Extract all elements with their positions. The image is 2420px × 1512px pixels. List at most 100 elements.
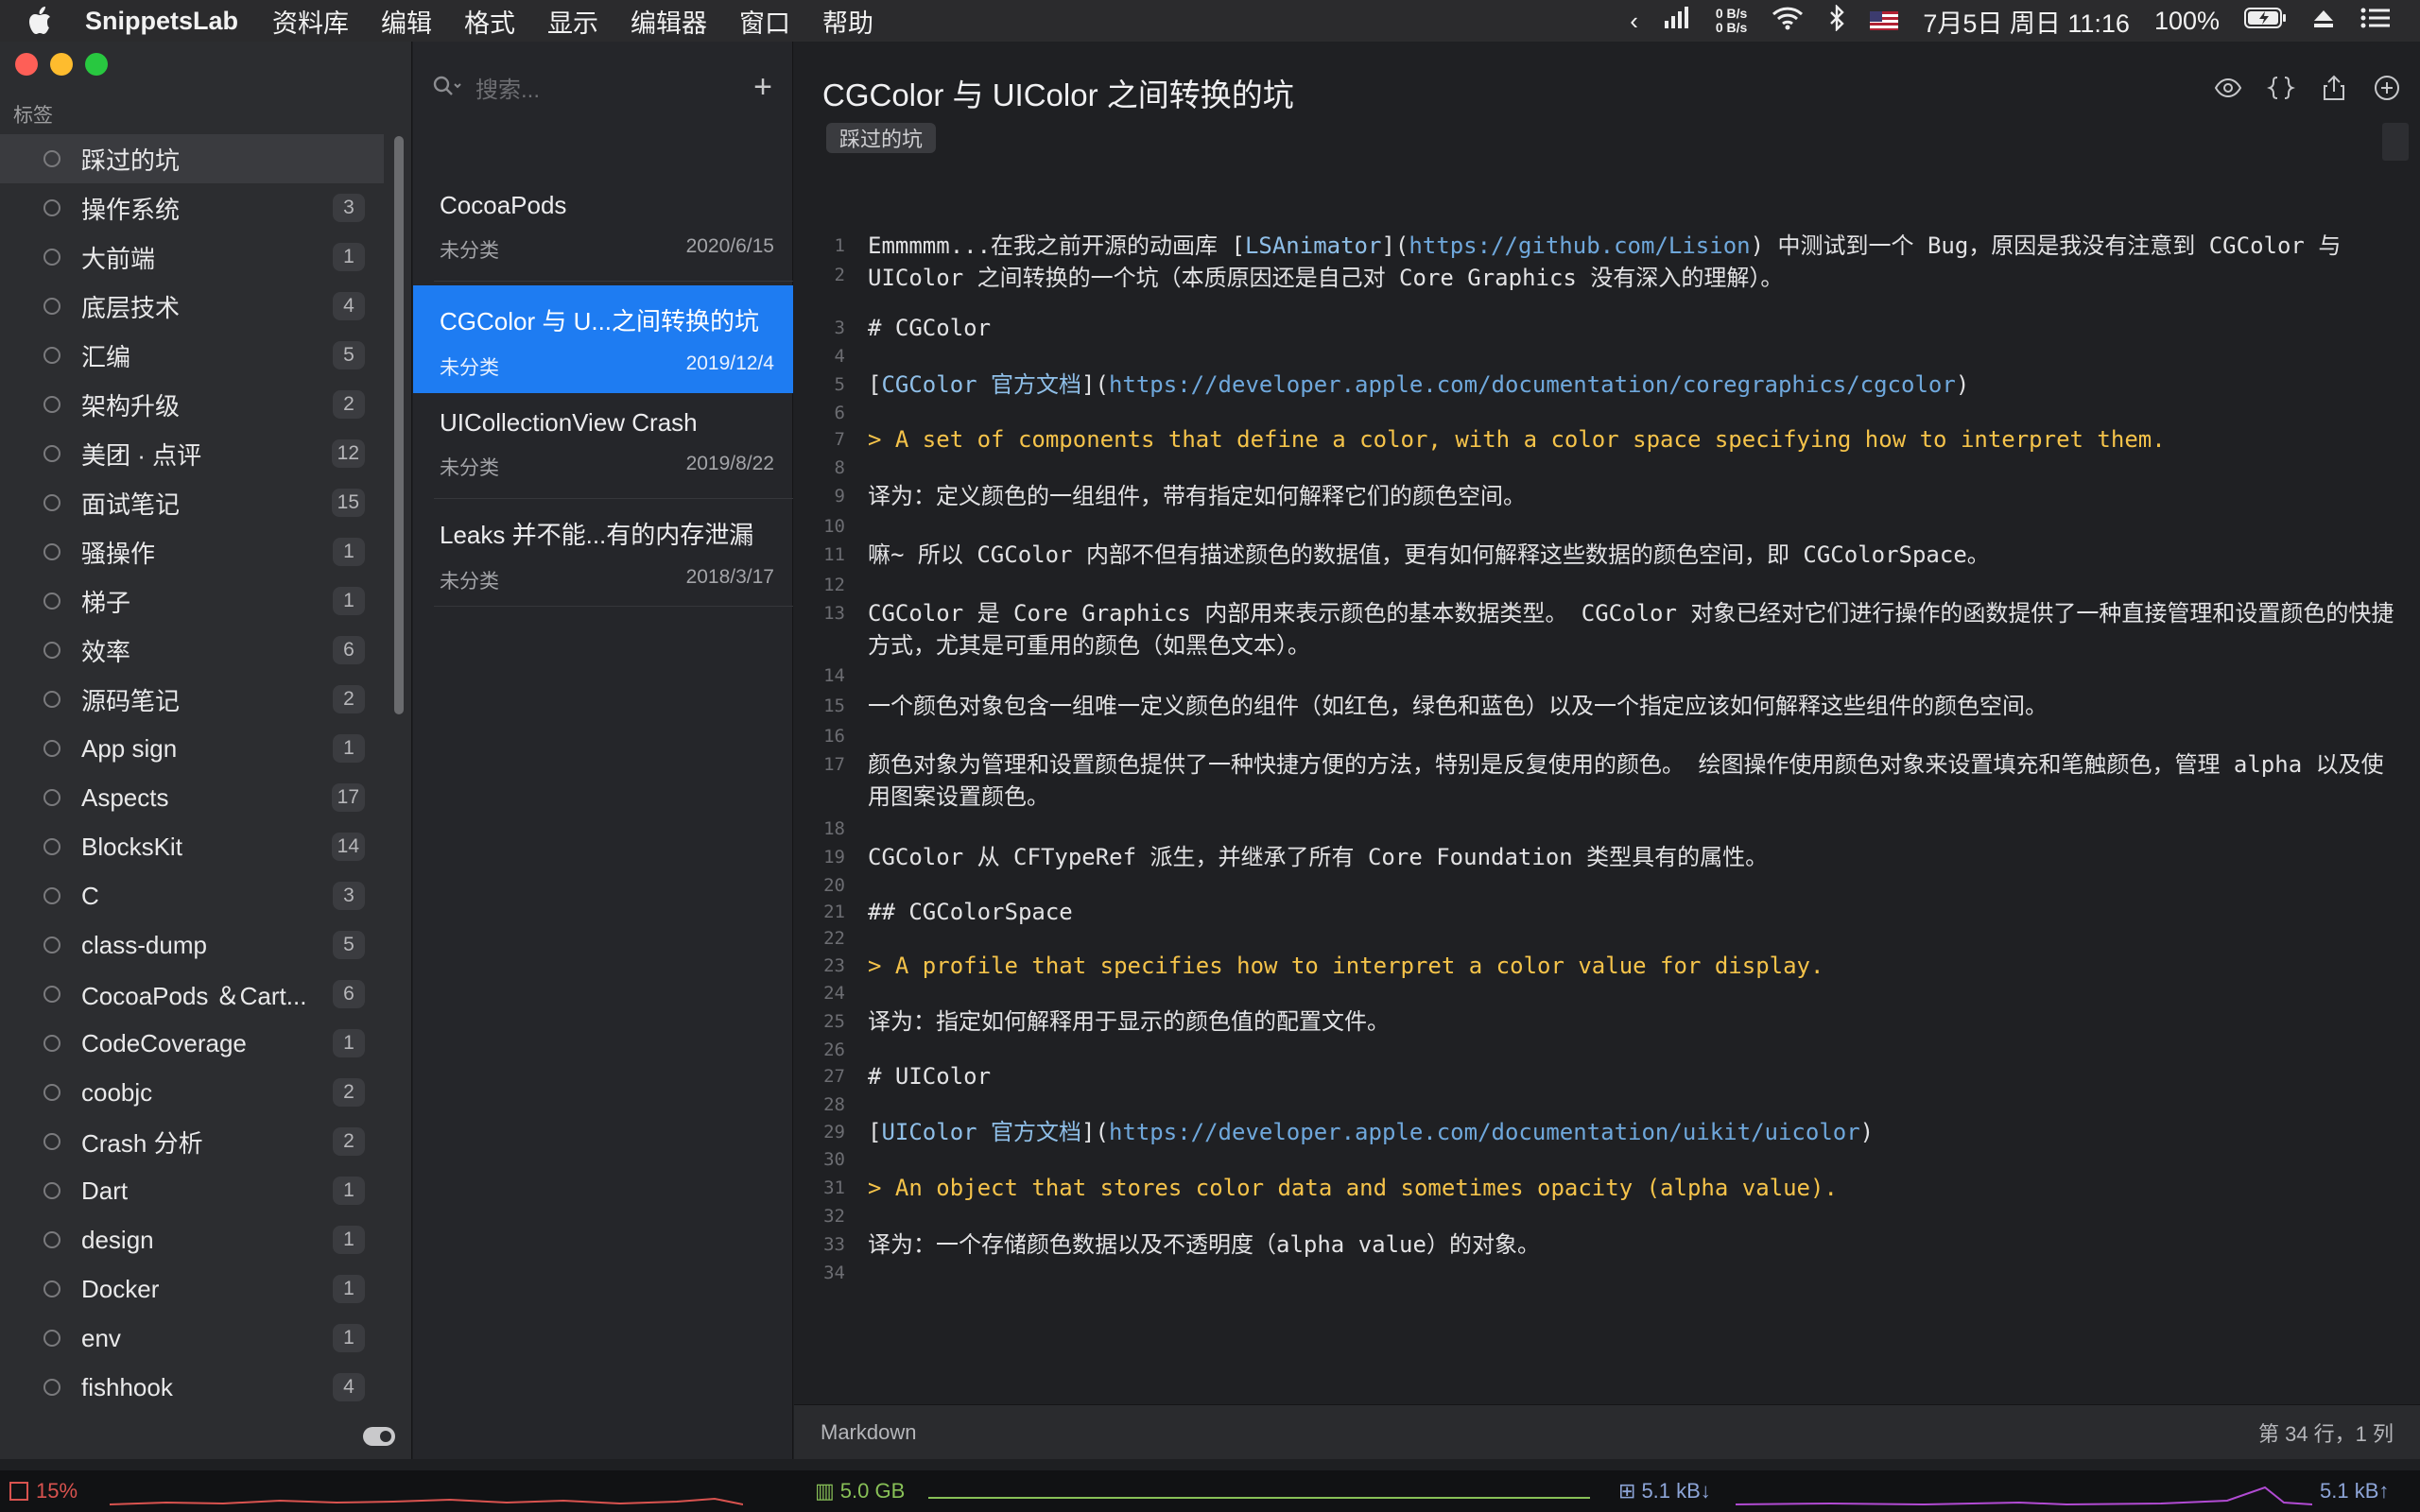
tag-count-badge: 1	[333, 243, 365, 271]
tag-item[interactable]: 源码笔记 2	[0, 675, 384, 724]
tag-item[interactable]: 面试笔记 15	[0, 478, 384, 527]
battery-percent[interactable]: 100%	[2154, 7, 2220, 36]
sidebar-scrollbar[interactable]	[394, 136, 404, 714]
tag-item[interactable]: App sign 1	[0, 724, 384, 773]
tag-item[interactable]: Docker 1	[0, 1264, 384, 1314]
sidebar-toggle[interactable]	[363, 1427, 395, 1446]
tag-item[interactable]: 操作系统 3	[0, 183, 384, 232]
bracket: ](	[1081, 1119, 1109, 1145]
link-text[interactable]: CGColor 官方文档	[881, 371, 1081, 398]
code-line-9: 译为：定义颜色的一组组件，带有指定如何解释它们的颜色空间。	[868, 483, 1526, 509]
list-menu-icon[interactable]	[2360, 7, 2392, 36]
menu-view[interactable]: 显示	[547, 3, 598, 40]
snippet-tag-chip[interactable]: 踩过的坑	[826, 123, 937, 153]
code-line-13: CGColor 是 Core Graphics 内部用来表示颜色的基本数据类型。…	[868, 600, 2394, 659]
tag-item[interactable]: CodeCoverage 1	[0, 1019, 384, 1068]
line-number: 17	[823, 754, 845, 775]
add-snippet-button[interactable]: +	[753, 71, 772, 103]
tag-item[interactable]: Crash 分析 2	[0, 1117, 384, 1166]
link-url[interactable]: https://developer.apple.com/documentatio…	[1109, 1119, 1860, 1145]
tag-count-badge: 14	[331, 833, 365, 861]
clock[interactable]: 7月5日 周日 11:16	[1923, 3, 2130, 40]
tag-count-badge: 15	[331, 489, 365, 517]
tag-item[interactable]: 大前端 1	[0, 232, 384, 282]
wifi-icon[interactable]	[1772, 6, 1804, 37]
network-monitor-up[interactable]: 5.1 kB↑	[2320, 1470, 2389, 1512]
cpu-monitor[interactable]: 15%	[9, 1470, 78, 1512]
snippet-item-date: 2019/12/4	[685, 352, 774, 374]
tag-item[interactable]: BlocksKit 14	[0, 822, 384, 871]
menu-editor[interactable]: 编辑器	[631, 3, 707, 40]
tag-item[interactable]: class-dump 5	[0, 920, 384, 970]
tag-item[interactable]: fishhook 4	[0, 1363, 384, 1412]
tag-item[interactable]: 架构升级 2	[0, 380, 384, 429]
tag-radio-icon	[43, 593, 60, 610]
cpu-graph	[110, 1497, 743, 1505]
search-field[interactable]: 搜索... +	[432, 68, 772, 106]
tag-label: 梯子	[81, 588, 131, 617]
app-menu[interactable]: SnippetsLab	[85, 7, 238, 36]
minimize-window-button[interactable]	[50, 53, 73, 76]
snippet-list-item[interactable]: Leaks 并不能...有的内存泄漏 未分类 2018/3/17	[434, 499, 793, 607]
apple-menu-icon[interactable]	[13, 7, 66, 35]
cpu-icon	[9, 1482, 28, 1501]
snippet-item-title: CGColor 与 U...之间转换的坑	[440, 307, 760, 335]
input-source-flag-icon[interactable]	[1870, 11, 1899, 30]
tag-item[interactable]: Aspects 17	[0, 773, 384, 822]
tag-item[interactable]: 美团 · 点评 12	[0, 429, 384, 478]
tag-item[interactable]: design 1	[0, 1215, 384, 1264]
language-selector[interactable]: Markdown	[821, 1420, 916, 1445]
menu-window[interactable]: 窗口	[739, 3, 790, 40]
code-braces-icon[interactable]	[2266, 74, 2296, 107]
tag-item[interactable]: 踩过的坑	[0, 134, 384, 183]
tag-item[interactable]: 梯子 1	[0, 576, 384, 626]
line-number: 14	[823, 665, 845, 686]
tag-radio-icon	[43, 199, 60, 216]
tag-item[interactable]: C3	[0, 871, 384, 920]
tag-item[interactable]: 骚操作 1	[0, 527, 384, 576]
network-monitor-down[interactable]: ⊞ 5.1 kB↓	[1618, 1470, 1711, 1512]
tag-item[interactable]: 效率 6	[0, 626, 384, 675]
line-number: 8	[834, 457, 845, 478]
line-number: 11	[823, 544, 845, 565]
preview-eye-icon[interactable]	[2214, 74, 2242, 107]
menu-edit[interactable]: 编辑	[381, 3, 432, 40]
chevron-left-icon[interactable]: ‹	[1630, 7, 1638, 36]
snippet-item-date: 2020/6/15	[685, 235, 774, 257]
menu-help[interactable]: 帮助	[822, 3, 873, 40]
tag-item[interactable]: coobjc 2	[0, 1068, 384, 1117]
snippet-list-item[interactable]: CGColor 与 U...之间转换的坑 未分类 2019/12/4	[413, 285, 793, 393]
snippet-title[interactable]: CGColor 与 UIColor 之间转换的坑	[822, 70, 1294, 115]
code-line-15: 一个颜色对象包含一组唯一定义颜色的组件（如红色，绿色和蓝色）以及一个指定应该如何…	[868, 693, 2048, 719]
tag-item[interactable]: 底层技术 4	[0, 282, 384, 331]
menu-library[interactable]: 资料库	[272, 3, 349, 40]
zoom-window-button[interactable]	[85, 53, 108, 76]
line-number: 9	[834, 486, 845, 507]
memory-monitor[interactable]: ▥ 5.0 GB	[815, 1470, 905, 1512]
share-icon[interactable]	[2320, 74, 2348, 107]
tag-item[interactable]: env 1	[0, 1314, 384, 1363]
add-fragment-icon[interactable]	[2373, 74, 2401, 107]
bluetooth-icon[interactable]	[1828, 3, 1845, 38]
editor-minimap[interactable]	[2382, 123, 2409, 161]
tag-label: 骚操作	[81, 539, 156, 568]
battery-icon[interactable]	[2244, 7, 2288, 36]
text: Emmmmm...在我之前开源的动画库 [	[868, 232, 1245, 259]
network-speed[interactable]: 0 B/s 0 B/s	[1716, 7, 1747, 35]
link-text[interactable]: UIColor 官方文档	[881, 1119, 1081, 1145]
close-window-button[interactable]	[15, 53, 38, 76]
tag-item[interactable]: CocoaPods ＆Cart... 6	[0, 970, 384, 1019]
tag-radio-icon	[43, 1280, 60, 1297]
snippet-item-title: UICollectionView Crash	[440, 408, 698, 437]
link-text[interactable]: LSAnimator	[1245, 232, 1382, 259]
eject-icon[interactable]	[2312, 7, 2335, 36]
snippet-list-item[interactable]: UICollectionView Crash 未分类 2019/8/22	[434, 391, 793, 499]
link-url[interactable]: https://developer.apple.com/documentatio…	[1109, 371, 1956, 398]
tag-item[interactable]: 汇编 5	[0, 331, 384, 380]
tag-item[interactable]: Dart 1	[0, 1166, 384, 1215]
line-number: 10	[823, 516, 845, 537]
link-url[interactable]: https://github.com/Lision	[1409, 232, 1750, 259]
snippet-list-item[interactable]: CocoaPods 未分类 2020/6/15	[434, 174, 793, 282]
menu-format[interactable]: 格式	[464, 3, 515, 40]
signal-bars-icon[interactable]	[1663, 6, 1691, 37]
